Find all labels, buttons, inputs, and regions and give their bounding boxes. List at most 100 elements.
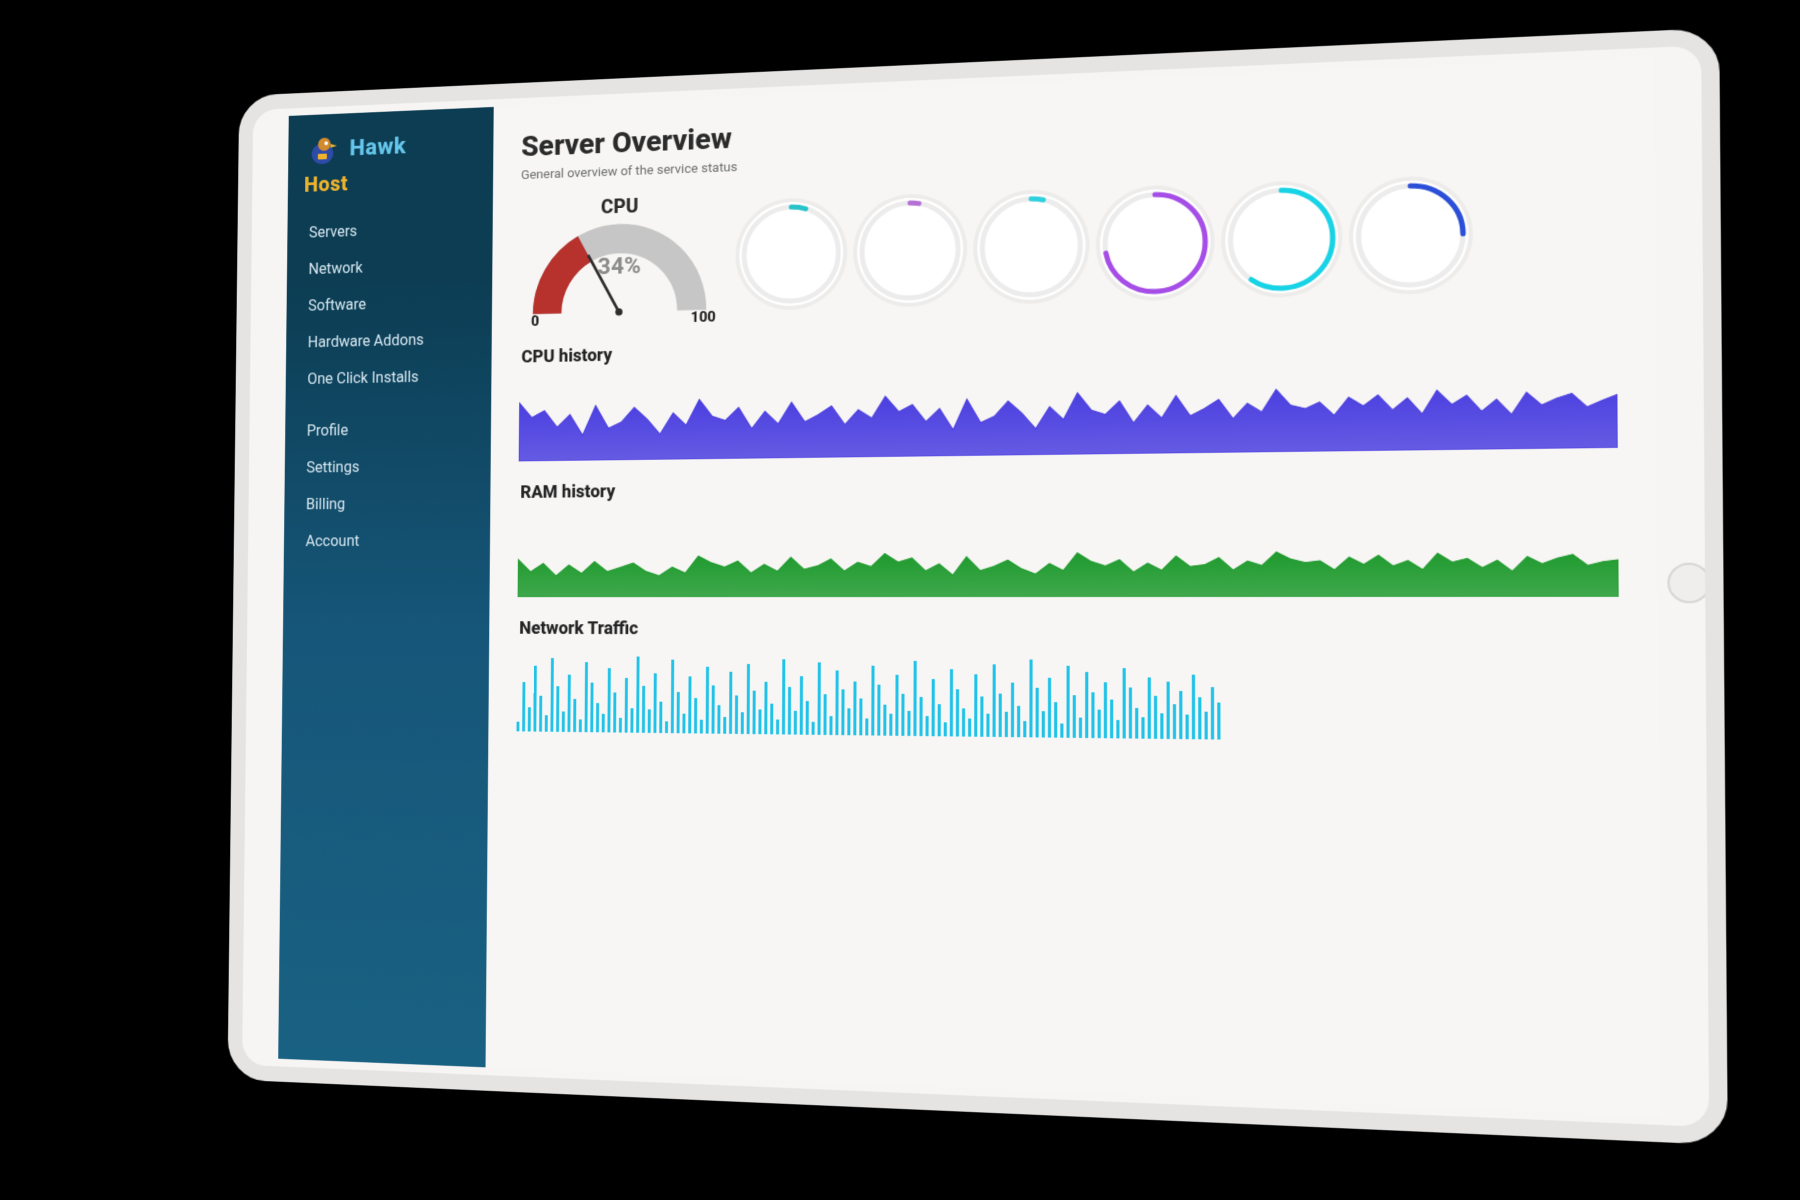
traffic-bar <box>562 711 565 732</box>
traffic-bar <box>517 721 520 731</box>
traffic-bar <box>776 719 779 734</box>
traffic-bar <box>980 697 983 737</box>
traffic-bar <box>700 720 703 733</box>
traffic-bar <box>573 699 576 732</box>
traffic-bar <box>895 675 898 736</box>
network-traffic-chart <box>517 644 1620 744</box>
sidebar-item-account[interactable]: Account <box>284 521 490 559</box>
traffic-bar <box>602 714 605 732</box>
metric-used-ips: Used IPs 1 of 4 <box>1353 179 1469 292</box>
traffic-bar <box>694 698 697 733</box>
traffic-bar <box>585 662 588 732</box>
traffic-bar <box>812 722 815 735</box>
traffic-bar <box>901 693 904 736</box>
metric-uptime: Uptime 1:12 <box>739 200 843 307</box>
traffic-bar <box>528 707 531 732</box>
traffic-bar <box>974 674 977 736</box>
traffic-bar <box>847 708 850 735</box>
traffic-bar <box>993 664 996 737</box>
traffic-bar <box>950 669 953 736</box>
traffic-bar <box>682 713 685 733</box>
traffic-bar <box>986 714 989 737</box>
traffic-bar <box>889 714 892 736</box>
traffic-bar <box>642 686 645 733</box>
ram-history-chart <box>518 500 1619 598</box>
traffic-bar <box>877 685 880 736</box>
traffic-bar <box>938 704 941 736</box>
traffic-bar <box>853 681 856 735</box>
traffic-bar <box>619 718 622 733</box>
traffic-bar <box>1123 668 1126 738</box>
traffic-bar <box>648 710 651 733</box>
traffic-bar <box>1048 678 1051 737</box>
traffic-bar <box>1060 723 1063 738</box>
traffic-bar <box>747 664 750 734</box>
traffic-bar <box>741 712 744 734</box>
traffic-bar <box>962 708 965 736</box>
traffic-bar <box>653 673 656 733</box>
main-content: Server Overview General overview of the … <box>486 56 1661 1116</box>
sidebar-item-network[interactable]: Network <box>287 245 493 288</box>
traffic-bar <box>522 682 525 731</box>
traffic-bar <box>636 656 639 732</box>
traffic-bar <box>1173 704 1176 739</box>
traffic-bar <box>871 666 874 736</box>
home-button[interactable] <box>1667 562 1711 603</box>
traffic-bar <box>926 716 929 736</box>
traffic-bar <box>1141 717 1144 739</box>
traffic-bar <box>913 661 916 736</box>
gauge-max: 100 <box>691 308 716 326</box>
sidebar-item-one-click-installs[interactable]: One Click Installs <box>286 356 492 397</box>
traffic-bar <box>1023 721 1026 737</box>
sidebar-item-billing[interactable]: Billing <box>284 484 490 523</box>
traffic-bar <box>1198 697 1201 739</box>
traffic-bar <box>723 717 726 734</box>
traffic-bar <box>1104 682 1107 738</box>
traffic-bar <box>753 690 756 734</box>
app-screen: HawkHost ServersNetworkSoftwareHardware … <box>278 56 1661 1116</box>
traffic-bar <box>1167 682 1170 739</box>
traffic-bar <box>968 719 971 737</box>
sidebar-item-settings[interactable]: Settings <box>285 446 491 486</box>
traffic-bar <box>630 708 633 733</box>
traffic-bar <box>590 683 593 733</box>
traffic-bar <box>567 674 570 732</box>
traffic-bar <box>665 721 668 733</box>
traffic-bar <box>1079 718 1082 738</box>
traffic-bar <box>841 689 844 735</box>
traffic-bar <box>1005 712 1008 737</box>
traffic-bar <box>1205 711 1208 739</box>
sidebar-item-profile[interactable]: Profile <box>285 409 491 449</box>
camera-dot <box>240 581 247 589</box>
traffic-bar <box>735 695 738 734</box>
hawk-icon <box>304 134 340 171</box>
traffic-bar <box>659 701 662 733</box>
traffic-bar <box>706 667 709 734</box>
gauge-value: 34% <box>530 250 711 282</box>
gauge-min: 0 <box>531 312 539 329</box>
traffic-bar <box>579 720 582 732</box>
sidebar-item-software[interactable]: Software <box>286 282 492 324</box>
traffic-bar <box>823 694 826 735</box>
traffic-bar <box>859 698 862 735</box>
traffic-bar <box>919 697 922 736</box>
traffic-bar <box>712 685 715 734</box>
traffic-bar <box>800 676 803 735</box>
traffic-bar <box>1179 691 1182 739</box>
metric-rings: Uptime 1:12 Disk Read 0.1% of total Disk… <box>739 179 1469 307</box>
traffic-bar <box>865 718 868 735</box>
traffic-bar <box>944 723 947 737</box>
traffic-bar <box>770 704 773 734</box>
traffic-bar <box>1029 659 1032 737</box>
traffic-bar <box>1154 695 1157 738</box>
traffic-bar <box>788 687 791 735</box>
traffic-bar <box>729 672 732 734</box>
sidebar-item-hardware-addons[interactable]: Hardware Addons <box>286 319 492 361</box>
traffic-bar <box>1129 687 1132 738</box>
tablet-frame: HawkHost ServersNetworkSoftwareHardware … <box>228 28 1728 1145</box>
traffic-bar <box>717 705 720 733</box>
metric-incoming-data: Incoming Data 149 GB <box>1100 188 1211 298</box>
metric-disk-read: Disk Read 0.1% of total <box>857 196 963 304</box>
traffic-bar <box>1017 705 1020 737</box>
traffic-bar <box>677 692 680 734</box>
